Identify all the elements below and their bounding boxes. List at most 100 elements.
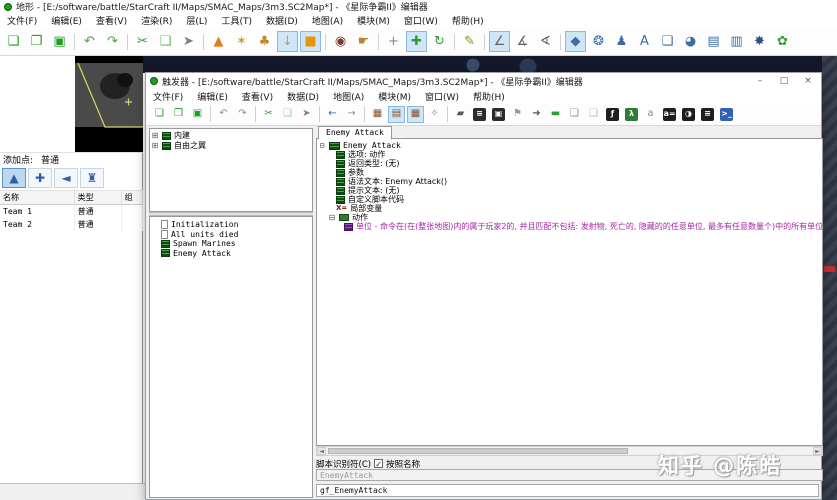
column-header-0[interactable]: 名称 [0,191,74,205]
save-doc-icon[interactable]: ▣ [189,106,206,123]
flame-brush-icon[interactable]: ▲ [208,31,229,52]
script-name-input[interactable]: EnemyAttack [316,469,823,481]
library-tree-item-1[interactable]: ⊞自由之翼 [151,141,311,151]
table-row[interactable]: Team 2普通 [0,218,143,231]
foliage-module-icon[interactable]: ✿ [772,31,793,52]
lambda-icon[interactable]: λ [623,106,640,123]
main-menu-item-3[interactable]: 渲染(R) [134,12,179,29]
trigger-list-item-0[interactable]: Initialization [151,220,311,230]
doc-module-icon[interactable]: ❏ [657,31,678,52]
expand-icon[interactable]: ⊞ [151,141,159,151]
select-arrow-icon[interactable]: ➤ [298,106,315,123]
hand-pointer-icon[interactable]: ☛ [353,31,374,52]
record-list-icon[interactable]: ≡ [471,106,488,123]
trigger-list-item-3[interactable]: Enemy Attack [151,249,311,259]
new-comment-icon[interactable]: ✧ [426,106,443,123]
new-folder-icon[interactable]: ▰ [452,106,469,123]
scroll-right-icon[interactable]: ► [813,447,822,455]
run-icon[interactable]: ➜ [528,106,545,123]
fx-module-icon[interactable]: ✸ [749,31,770,52]
function-icon[interactable]: ƒ [604,106,621,123]
table-row[interactable]: Team 1普通 [0,205,143,219]
variable-icon[interactable]: a [642,106,659,123]
trigger-menu-item-3[interactable]: 数据(D) [280,88,326,105]
scroll-left-icon[interactable]: ◄ [317,447,326,455]
expand-icon[interactable]: ⊟ [328,213,336,222]
region-square-icon[interactable]: ■ [300,31,321,52]
flag-icon[interactable]: ⚑ [509,106,526,123]
point-tower-icon[interactable]: ♜ [80,168,104,188]
minimize-button[interactable]: – [751,76,769,86]
constant-icon[interactable]: a= [661,106,678,123]
cinematic-module-icon[interactable]: ▥ [726,31,747,52]
preset-icon[interactable]: ≡ [699,106,716,123]
redo-icon[interactable]: ↷ [234,106,251,123]
frame-select-icon[interactable]: + [383,31,404,52]
detail-prop-1[interactable]: 返回类型: (无) [318,159,821,168]
trigger-menu-item-1[interactable]: 编辑(E) [190,88,235,105]
terrain-viewport[interactable] [143,56,837,73]
trigger-menu-item-6[interactable]: 窗口(W) [418,88,466,105]
cut-icon[interactable]: ✂ [132,31,153,52]
open-map-icon[interactable]: ❐ [26,31,47,52]
main-menu-item-1[interactable]: 编辑(E) [44,12,89,29]
trigger-menu-item-2[interactable]: 查看(V) [235,88,280,105]
rotate-icon[interactable]: ↻ [429,31,450,52]
undo-icon[interactable]: ↶ [79,31,100,52]
trigger-list-item-2[interactable]: Spawn Marines [151,239,311,249]
main-menu-item-9[interactable]: 窗口(W) [397,12,445,29]
point-sound-icon[interactable]: ◄ [54,168,78,188]
trigger-menu-item-7[interactable]: 帮助(H) [466,88,512,105]
record-circle-icon[interactable]: ◑ [680,106,697,123]
terrain-viewport-right[interactable] [822,56,837,500]
close-button[interactable]: × [799,76,817,86]
open-doc-icon[interactable]: ❐ [170,106,187,123]
detail-prop-6[interactable]: X=局部变量 [318,204,821,213]
add-point-type-select[interactable]: 普通 [41,153,59,166]
new-action-icon[interactable]: ▦ [407,106,424,123]
minimap[interactable] [75,56,143,152]
script-function-input[interactable]: gf_EnemyAttack [316,484,819,497]
console-icon[interactable]: >_ [718,106,735,123]
forward-icon[interactable]: → [343,106,360,123]
point-move-icon[interactable]: ✚ [28,168,52,188]
library-tree-item-0[interactable]: ⊞内建 [151,131,311,141]
camera-icon[interactable]: ◉ [330,31,351,52]
by-name-checkbox[interactable]: ✓ [374,459,383,468]
creature-brush-icon[interactable]: ✶ [231,31,252,52]
detail-action-item[interactable]: 单位 - 命令在(在(整张地图)内的属于玩家2的, 并且匹配不包括: 发射物, … [318,222,821,231]
detail-root-enemy-attack[interactable]: ⊟Enemy Attack [318,141,821,150]
axis-xy-icon[interactable]: ∡ [512,31,533,52]
main-menu-item-0[interactable]: 文件(F) [0,12,44,29]
trigger-menu-item-5[interactable]: 模块(M) [371,88,418,105]
new-trigger-icon[interactable]: ▦ [369,106,386,123]
ui-module-icon[interactable]: ▤ [703,31,724,52]
trigger-list-item-1[interactable]: All units died [151,230,311,240]
library-icon[interactable]: ▣ [490,106,507,123]
detail-prop-2[interactable]: 参数 [318,168,821,177]
scrollbar-thumb[interactable] [328,448,628,454]
trigger-menu-item-0[interactable]: 文件(F) [146,88,190,105]
main-menu-item-4[interactable]: 层(L) [179,12,214,29]
save-map-icon[interactable]: ▣ [49,31,70,52]
expand-icon[interactable]: ⊟ [318,141,326,150]
terrain-module-icon[interactable]: ◆ [565,31,586,52]
main-menu-item-5[interactable]: 工具(T) [214,12,259,29]
new-event-icon[interactable]: ▤ [388,106,405,123]
main-menu-item-8[interactable]: 模块(M) [350,12,397,29]
descend-tool-icon[interactable]: ↓ [277,31,298,52]
cut-icon[interactable]: ✂ [260,106,277,123]
expand-icon[interactable]: ⊞ [151,131,159,141]
column-header-2[interactable]: 组 [121,191,142,205]
detail-prop-7[interactable]: ⊟动作 [318,213,821,222]
point-beacon-icon[interactable]: ▲ [2,168,26,188]
import-script-icon[interactable]: ❏ [585,106,602,123]
tree-brush-icon[interactable]: ♣ [254,31,275,52]
move-cross-icon[interactable]: ✚ [406,31,427,52]
back-icon[interactable]: ← [324,106,341,123]
main-menu-item-7[interactable]: 地图(A) [305,12,350,29]
detail-prop-4[interactable]: 提示文本: (无) [318,186,821,195]
main-menu-item-10[interactable]: 帮助(H) [445,12,491,29]
text-module-icon[interactable]: A [634,31,655,52]
axis-xyz-icon[interactable]: ∠ [489,31,510,52]
